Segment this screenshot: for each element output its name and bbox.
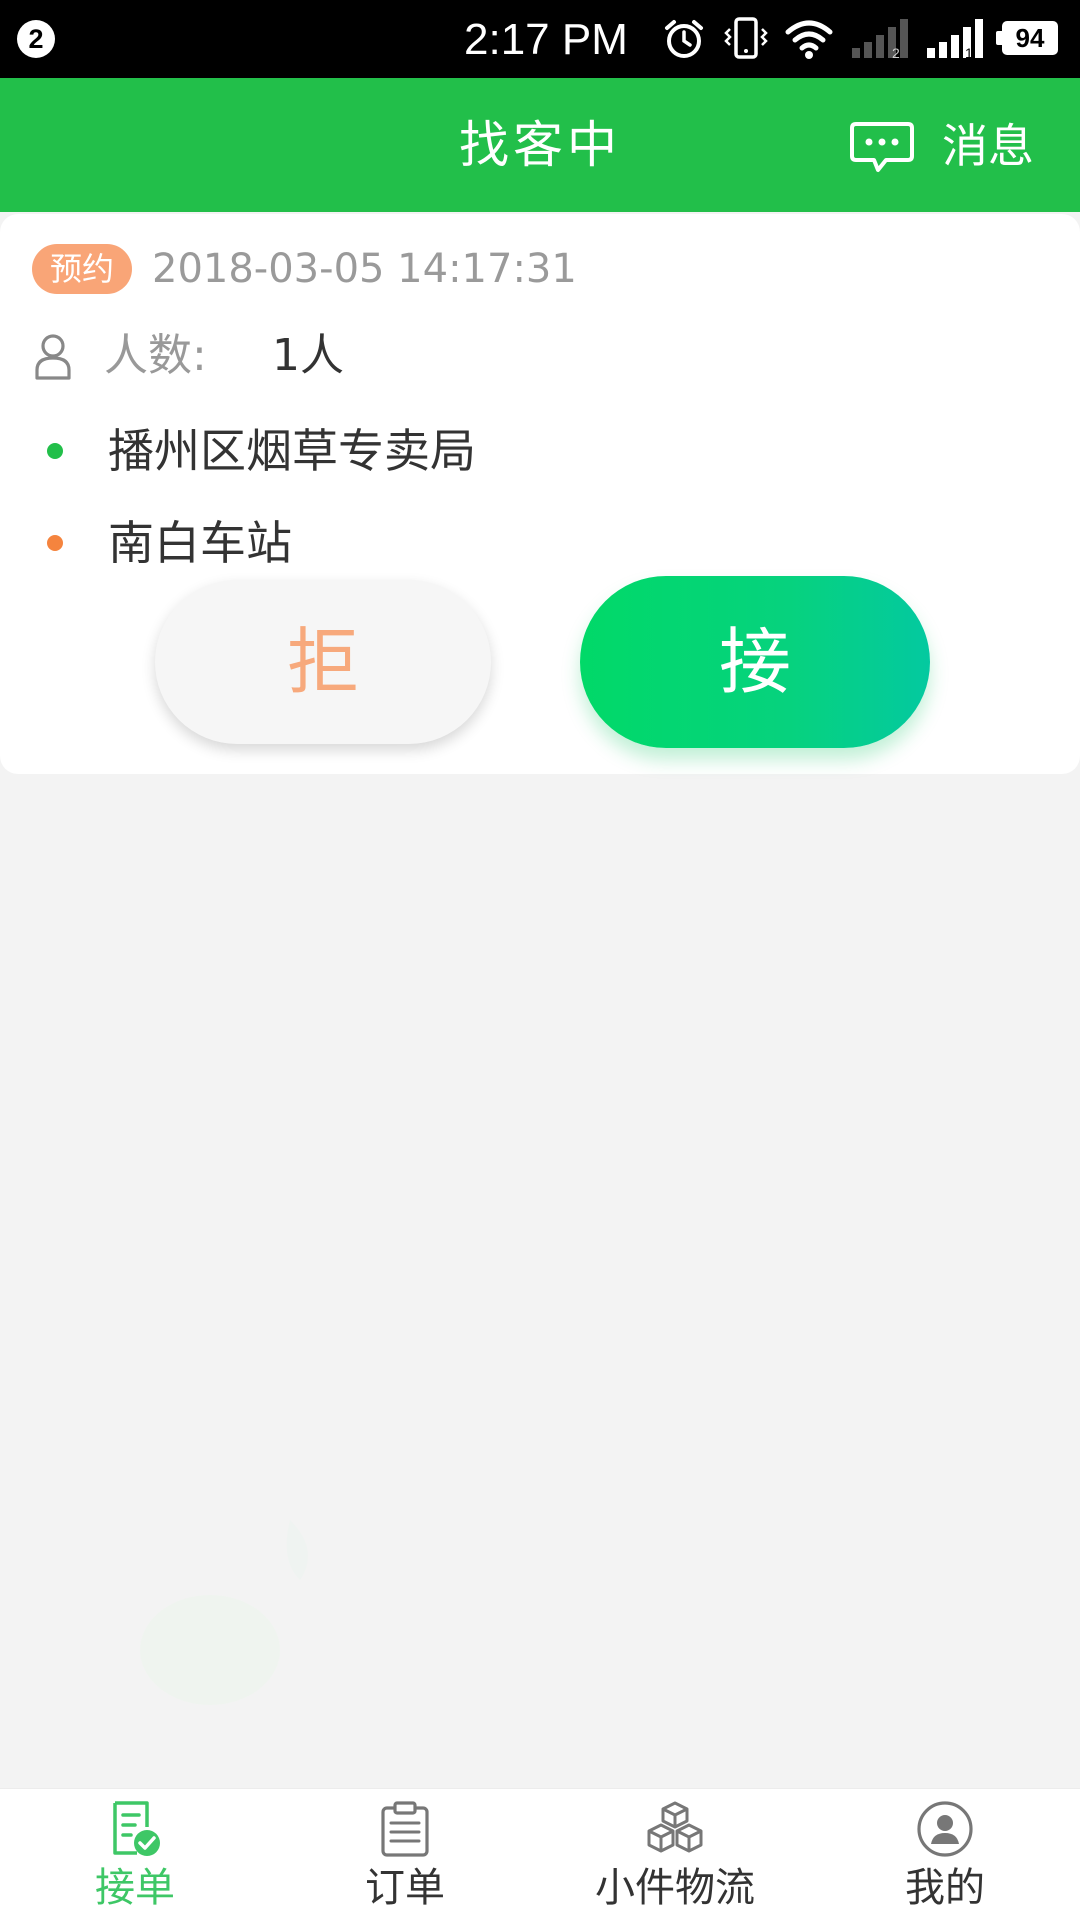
signal-sim2-icon: 2 <box>852 19 908 60</box>
nav-label-profile: 我的 <box>905 1865 985 1911</box>
messages-label: 消息 <box>942 119 1034 173</box>
messages-button[interactable]: 消息 <box>850 108 1050 184</box>
order-card[interactable]: 预约 2018-03-05 14:17:31 人数: 1人 播州区烟草专卖局 南… <box>0 214 1080 774</box>
nav-item-profile[interactable]: 我的 <box>810 1789 1080 1920</box>
profile-icon <box>917 1801 973 1857</box>
nav-item-logistics[interactable]: 小件物流 <box>540 1789 810 1920</box>
passenger-count-label: 人数: <box>104 330 207 381</box>
battery-icon: 94 <box>996 21 1058 55</box>
dropoff-location: 南白车站 <box>108 516 292 570</box>
app-header: 找客中 消息 <box>0 78 1080 212</box>
svg-text:1: 1 <box>965 45 973 60</box>
vibrate-icon <box>724 17 768 59</box>
nav-label-logistics: 小件物流 <box>595 1865 755 1911</box>
status-time: 2:17 PM <box>464 15 628 64</box>
wifi-icon <box>785 20 833 59</box>
accept-button[interactable]: 接 <box>580 576 930 748</box>
chat-bubble-icon <box>850 122 914 172</box>
status-bar: 2 2:17 PM 2 1 94 <box>0 0 1080 78</box>
pickup-dot-icon <box>47 443 63 459</box>
passenger-count-value: 1人 <box>272 330 344 381</box>
nav-label-orders: 订单 <box>365 1865 445 1911</box>
dropoff-dot-icon <box>47 535 63 551</box>
notification-count-badge: 2 <box>17 20 55 58</box>
background-decoration <box>140 1520 308 1705</box>
app-screen: 2 2:17 PM 2 1 94 找客中 消息 预约 2018-03-05 14… <box>0 0 1080 1920</box>
reservation-badge: 预约 <box>32 244 132 294</box>
alarm-icon <box>665 20 703 58</box>
reject-button[interactable]: 拒 <box>155 580 491 744</box>
nav-label-accept-order: 接单 <box>95 1865 175 1911</box>
nav-item-accept-order[interactable]: 接单 <box>0 1789 270 1920</box>
svg-text:2: 2 <box>892 45 900 60</box>
nav-item-orders[interactable]: 订单 <box>270 1789 540 1920</box>
person-icon <box>35 334 71 380</box>
bottom-nav: 接单 订单 小件物流 我的 <box>0 1788 1080 1920</box>
pickup-location: 播州区烟草专卖局 <box>108 424 476 478</box>
accept-order-icon <box>113 1801 160 1856</box>
boxes-icon <box>647 1801 703 1853</box>
order-datetime: 2018-03-05 14:17:31 <box>152 246 577 292</box>
signal-sim1-icon: 1 <box>927 19 983 60</box>
clipboard-icon <box>381 1801 429 1857</box>
